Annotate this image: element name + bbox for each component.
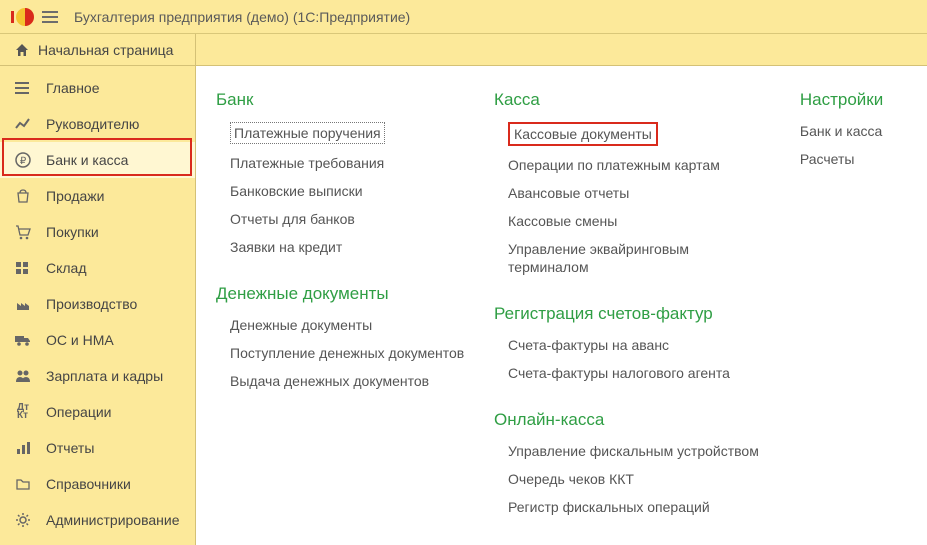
- content-area: Банк Платежные поручения Платежные требо…: [196, 66, 927, 545]
- link-fiscal-device[interactable]: Управление фискальным устройством: [508, 442, 772, 460]
- sidebar-item-warehouse[interactable]: Склад: [0, 250, 195, 286]
- sidebar-item-reports[interactable]: Отчеты: [0, 430, 195, 466]
- link-cash-shifts[interactable]: Кассовые смены: [508, 212, 772, 230]
- sidebar-item-label: Продажи: [46, 188, 104, 204]
- boxes-icon: [14, 261, 32, 275]
- window-title: Бухгалтерия предприятия (демо) (1С:Предп…: [74, 9, 410, 25]
- link-settings-bank[interactable]: Банк и касса: [800, 122, 911, 140]
- link-bank-reports[interactable]: Отчеты для банков: [230, 210, 466, 228]
- sidebar-item-bank-cash[interactable]: ₽ Банк и касса: [0, 142, 195, 178]
- link-cash-docs[interactable]: Кассовые документы: [508, 122, 658, 146]
- link-money-outgoing[interactable]: Выдача денежных документов: [230, 372, 466, 390]
- folder-icon: [14, 477, 32, 491]
- dtkt-icon: ДтКт: [14, 404, 32, 420]
- sidebar-item-label: Главное: [46, 80, 100, 96]
- main-menu-icon[interactable]: [42, 7, 62, 27]
- link-acquiring[interactable]: Управление эквайринговым терминалом: [508, 240, 772, 276]
- section-online-cash[interactable]: Онлайн-касса: [494, 410, 772, 430]
- sidebar-item-sales[interactable]: Продажи: [0, 178, 195, 214]
- section-cash[interactable]: Касса: [494, 90, 772, 110]
- link-card-ops[interactable]: Операции по платежным картам: [508, 156, 772, 174]
- link-payment-orders[interactable]: Платежные поручения: [230, 122, 385, 144]
- home-tab[interactable]: Начальная страница: [0, 34, 196, 65]
- ruble-icon: ₽: [14, 152, 32, 168]
- home-icon: [14, 42, 30, 58]
- link-advance-invoices[interactable]: Счета-фактуры на аванс: [508, 336, 772, 354]
- sidebar-item-assets[interactable]: ОС и НМА: [0, 322, 195, 358]
- sidebar-item-label: Отчеты: [46, 440, 94, 456]
- sidebar-item-label: Администрирование: [46, 512, 180, 528]
- sidebar-item-manager[interactable]: Руководителю: [0, 106, 195, 142]
- sidebar-item-label: Покупки: [46, 224, 99, 240]
- gear-icon: [14, 512, 32, 528]
- home-label: Начальная страница: [38, 42, 173, 58]
- trend-icon: [14, 117, 32, 131]
- link-money-docs[interactable]: Денежные документы: [230, 316, 466, 334]
- section-bank[interactable]: Банк: [216, 90, 466, 110]
- link-fiscal-register[interactable]: Регистр фискальных операций: [508, 498, 772, 516]
- section-money-docs[interactable]: Денежные документы: [216, 284, 466, 304]
- sidebar-item-label: Склад: [46, 260, 87, 276]
- list-icon: [14, 81, 32, 95]
- sidebar-item-catalogs[interactable]: Справочники: [0, 466, 195, 502]
- factory-icon: [14, 297, 32, 311]
- sidebar-item-label: ОС и НМА: [46, 332, 114, 348]
- svg-text:₽: ₽: [20, 156, 27, 167]
- link-advance-reports[interactable]: Авансовые отчеты: [508, 184, 772, 202]
- section-settings[interactable]: Настройки: [800, 90, 911, 110]
- link-payment-claims[interactable]: Платежные требования: [230, 154, 466, 172]
- link-settings-calc[interactable]: Расчеты: [800, 150, 911, 168]
- sidebar-item-label: Зарплата и кадры: [46, 368, 163, 384]
- link-money-incoming[interactable]: Поступление денежных документов: [230, 344, 466, 362]
- title-bar: Бухгалтерия предприятия (демо) (1С:Предп…: [0, 0, 927, 34]
- sidebar-item-production[interactable]: Производство: [0, 286, 195, 322]
- bag-icon: [14, 188, 32, 204]
- sidebar-item-operations[interactable]: ДтКт Операции: [0, 394, 195, 430]
- sidebar-item-label: Банк и касса: [46, 152, 128, 168]
- sidebar-item-salary[interactable]: Зарплата и кадры: [0, 358, 195, 394]
- sidebar: Главное Руководителю ₽ Банк и касса Прод…: [0, 66, 196, 545]
- sidebar-item-purchases[interactable]: Покупки: [0, 214, 195, 250]
- section-invoices[interactable]: Регистрация счетов-фактур: [494, 304, 772, 324]
- chart-icon: [14, 441, 32, 455]
- sidebar-item-main[interactable]: Главное: [0, 70, 195, 106]
- sidebar-item-admin[interactable]: Администрирование: [0, 502, 195, 538]
- truck-icon: [14, 333, 32, 347]
- app-logo-1c: [8, 6, 36, 28]
- subheader: Начальная страница: [0, 34, 927, 66]
- link-tax-agent-invoices[interactable]: Счета-фактуры налогового агента: [508, 364, 772, 382]
- sidebar-item-label: Справочники: [46, 476, 131, 492]
- tab-strip: [196, 34, 927, 65]
- people-icon: [14, 369, 32, 383]
- link-bank-statements[interactable]: Банковские выписки: [230, 182, 466, 200]
- sidebar-item-label: Руководителю: [46, 116, 139, 132]
- link-receipt-queue[interactable]: Очередь чеков ККТ: [508, 470, 772, 488]
- cart-icon: [14, 224, 32, 240]
- link-credit-requests[interactable]: Заявки на кредит: [230, 238, 466, 256]
- sidebar-item-label: Производство: [46, 296, 137, 312]
- sidebar-item-label: Операции: [46, 404, 112, 420]
